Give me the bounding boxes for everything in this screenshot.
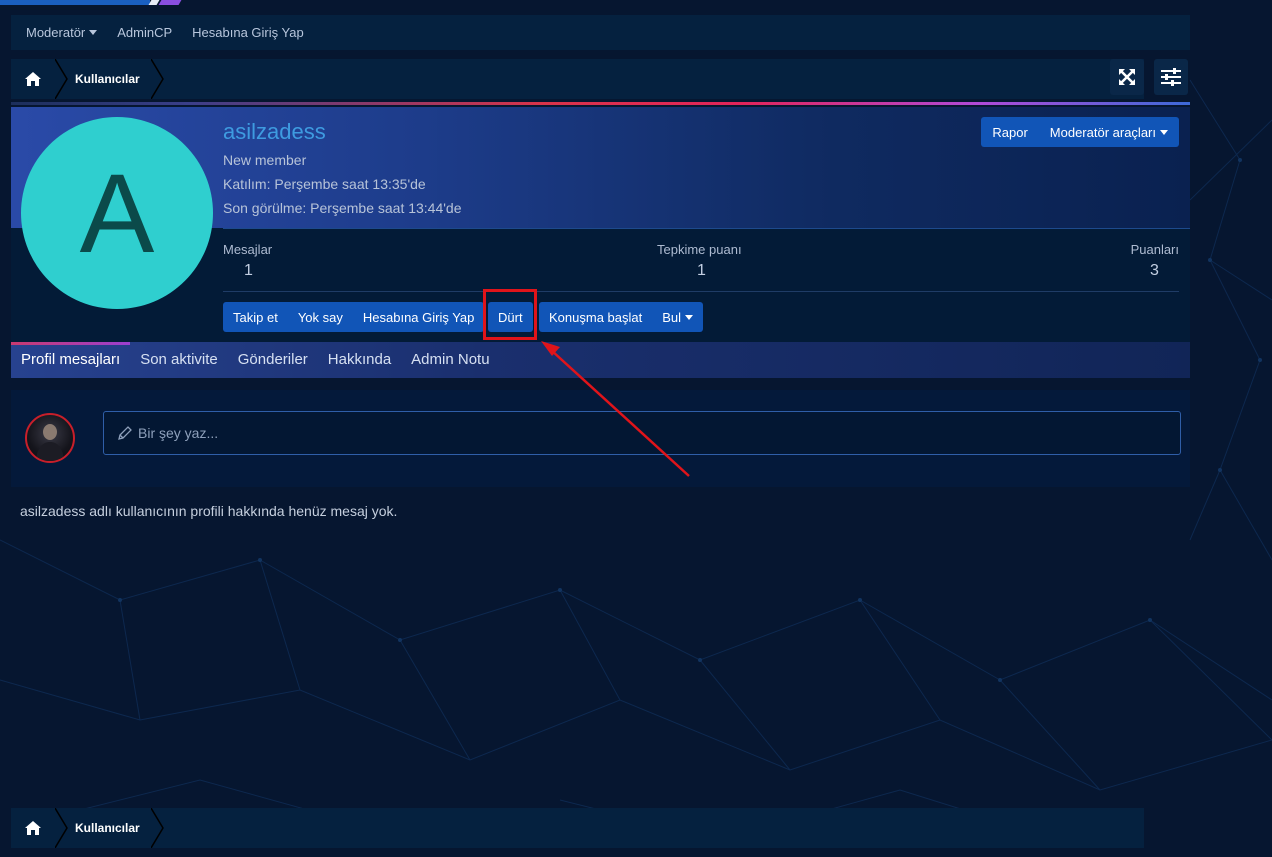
ignore-button[interactable]: Yok say — [288, 302, 353, 332]
breadcrumb-separator-icon — [55, 59, 68, 99]
follow-button[interactable]: Takip et — [223, 302, 288, 332]
login-as-label: Hesabına Giriş Yap — [362, 309, 475, 325]
stat-reaction-label: Tepkime puanı — [657, 242, 742, 257]
tab-latest-activity[interactable]: Son aktivite — [130, 342, 228, 378]
report-label: Rapor — [992, 124, 1028, 140]
breadcrumb-users-link[interactable]: Kullanıcılar — [75, 808, 140, 848]
moderator-menu-label: Moderatör — [26, 25, 86, 40]
login-as-user-link[interactable]: Hesabına Giriş Yap — [192, 25, 304, 40]
current-user-avatar[interactable] — [25, 413, 75, 463]
joined-label: Katılım: — [223, 176, 271, 192]
input-placeholder: Bir şey yaz... — [138, 425, 219, 441]
profile-post-composer: Bir şey yaz... — [11, 390, 1190, 487]
tab-profile-posts[interactable]: Profil mesajları — [11, 342, 131, 378]
moderator-menu[interactable]: Moderatör — [26, 25, 98, 40]
admincp-label: AdminCP — [117, 25, 173, 40]
home-icon — [25, 72, 41, 86]
admincp-link[interactable]: AdminCP — [117, 25, 172, 40]
user-title: New member — [223, 152, 307, 168]
top-accent-stripe — [0, 0, 1272, 5]
last-seen-info: Son görülme: Perşembe saat 13:44'de — [223, 200, 462, 216]
start-conversation-button[interactable]: Konuşma başlat — [539, 302, 652, 332]
find-label: Bul — [662, 309, 682, 325]
empty-state-message: asilzadess adlı kullanıcının profili hak… — [20, 503, 398, 519]
login-as-button[interactable]: Hesabına Giriş Yap — [353, 302, 485, 332]
sliders-icon — [1161, 68, 1181, 86]
avatar[interactable]: A — [21, 117, 213, 309]
breadcrumb-users-link[interactable]: Kullanıcılar — [75, 59, 140, 99]
person-silhouette-icon — [36, 424, 64, 461]
home-icon — [25, 821, 41, 835]
follow-label: Takip et — [233, 309, 278, 325]
stats-divider — [223, 291, 1179, 292]
fullscreen-button[interactable] — [1110, 59, 1144, 95]
moderator-button-group: Rapor Moderatör araçları — [981, 117, 1179, 147]
start-conversation-label: Konuşma başlat — [549, 309, 643, 325]
pencil-icon — [118, 425, 132, 440]
stat-points-label: Puanları — [1130, 242, 1179, 257]
avatar-letter: A — [79, 150, 155, 276]
accent-gradient-line — [11, 102, 1190, 105]
ignore-label: Yok say — [297, 309, 343, 325]
tab-postings[interactable]: Gönderiler — [228, 342, 318, 378]
login-as-user-label: Hesabına Giriş Yap — [192, 25, 304, 40]
stat-messages-value[interactable]: 1 — [244, 262, 253, 280]
home-link[interactable] — [11, 808, 55, 848]
last-seen-label: Son görülme: — [223, 200, 307, 216]
report-button[interactable]: Rapor — [981, 125, 1038, 140]
breadcrumb: Kullanıcılar — [11, 59, 1144, 99]
caret-down-icon — [685, 314, 694, 320]
stat-messages-label: Mesajlar — [223, 242, 273, 257]
breadcrumb-separator-icon — [55, 808, 68, 848]
tab-about[interactable]: Hakkında — [318, 342, 401, 378]
username[interactable]: asilzadess — [223, 119, 326, 145]
expand-icon — [1119, 69, 1135, 85]
action-button-group-2: Konuşma başlat Bul — [539, 302, 704, 332]
moderator-tools-label: Moderatör araçları — [1049, 124, 1156, 140]
stat-reaction-value[interactable]: 1 — [697, 262, 706, 280]
tab-admin-note[interactable]: Admin Notu — [401, 342, 499, 378]
breadcrumb-separator-icon — [151, 808, 164, 848]
banner-divider — [223, 228, 1190, 229]
member-header: A asilzadess New member Katılım: Perşemb… — [11, 107, 1190, 342]
profile-tabs: Profil mesajları Son aktivite Gönderiler… — [11, 342, 1190, 378]
sub-navigation: Moderatör AdminCP Hesabına Giriş Yap — [11, 15, 1190, 50]
breadcrumb-bottom: Kullanıcılar — [11, 808, 1144, 848]
stat-points-value[interactable]: 3 — [1150, 262, 1159, 280]
profile-post-input[interactable]: Bir şey yaz... — [103, 411, 1181, 455]
caret-down-icon — [89, 30, 98, 35]
joined-value: Perşembe saat 13:35'de — [274, 176, 426, 192]
last-seen-value: Perşembe saat 13:44'de — [310, 200, 462, 216]
highlight-box — [483, 289, 537, 340]
style-settings-button[interactable] — [1154, 59, 1188, 95]
find-menu-button[interactable]: Bul — [652, 302, 703, 332]
caret-down-icon — [1160, 129, 1168, 135]
breadcrumb-separator-icon — [151, 59, 164, 99]
joined-info: Katılım: Perşembe saat 13:35'de — [223, 176, 426, 192]
home-link[interactable] — [11, 59, 55, 99]
moderator-tools-button[interactable]: Moderatör araçları — [1039, 125, 1179, 140]
action-button-group-1: Takip et Yok say Hesabına Giriş Yap — [223, 302, 485, 332]
